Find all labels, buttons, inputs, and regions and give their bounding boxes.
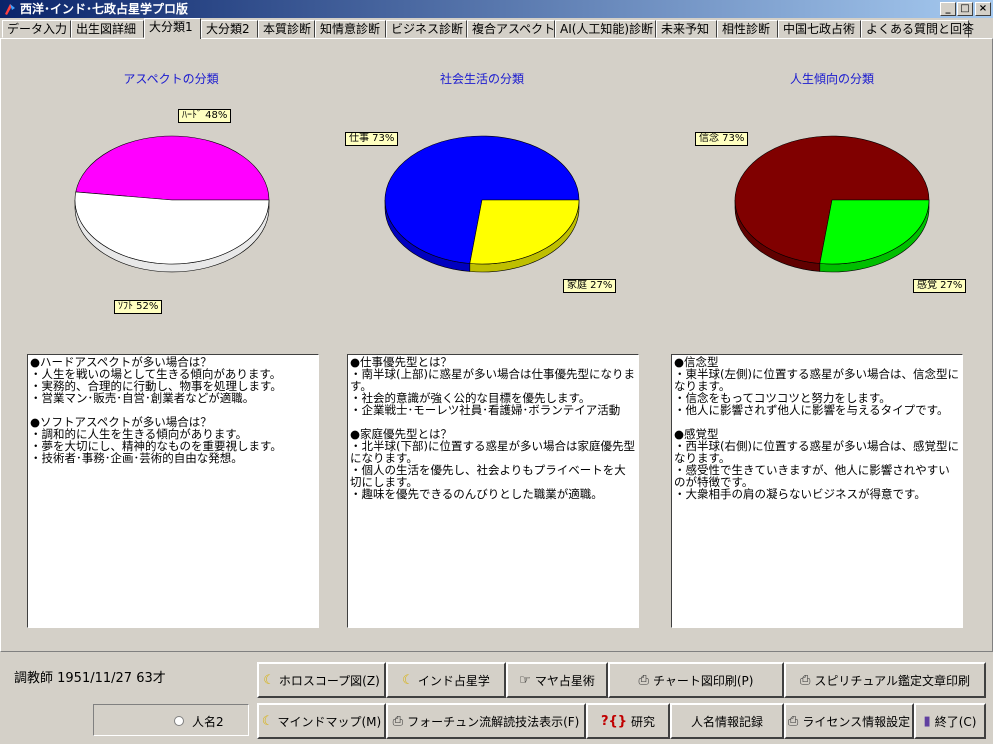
printer-icon: ⎙ [799, 672, 811, 688]
tab-bar: データ入力 出生図詳細 大分類1 大分類2 本質診断 知情意診断 ビジネス診断 … [0, 18, 993, 39]
window-title: 西洋･インド･七政占星学プロ版 [20, 2, 189, 16]
tab-business-diagnosis[interactable]: ビジネス診断 [386, 20, 467, 38]
moon-icon: ☾ [402, 672, 414, 688]
callout-work: 仕事 73% [345, 132, 399, 146]
horoscope-button[interactable]: ☾ ホロスコープ図(Z) [257, 662, 386, 698]
tab-ai-diagnosis[interactable]: AI(人工知能)診断 [555, 20, 656, 38]
tab-faq[interactable]: よくある質問と回答 [861, 20, 974, 38]
pie-slice-2 [819, 199, 930, 265]
printer-icon: ⎙ [392, 713, 404, 729]
printer-icon: ⎙ [787, 713, 799, 729]
callout-hard: ﾊｰﾄﾞ 48% [178, 109, 232, 123]
maximize-button[interactable]: □ [957, 2, 973, 16]
tab-major-class-1[interactable]: 大分類1 [144, 18, 201, 39]
name-record-button[interactable]: 人名情報記録 [670, 703, 784, 739]
app-icon [5, 4, 15, 15]
tab-compound-aspect[interactable]: 複合アスペクト [467, 20, 555, 38]
callout-belief: 信念 73% [695, 132, 749, 146]
minimize-button[interactable]: _ [940, 2, 956, 16]
tab-essence-diagnosis[interactable]: 本質診断 [258, 20, 315, 38]
chart-print-button[interactable]: ⎙ チャート図印刷(P) [608, 662, 784, 698]
chart-title-social: 社会生活の分類 [439, 72, 524, 86]
tab-compatibility[interactable]: 相性診断 [717, 20, 778, 38]
indian-astrology-button[interactable]: ☾ インド占星学 [386, 662, 506, 698]
callout-soft: ｿﾌﾄ 52% [114, 300, 163, 314]
tab-data-input[interactable]: データ入力 [2, 20, 71, 38]
license-settings-button[interactable]: ⎙ ライセンス情報設定 [784, 703, 914, 739]
chart-title-aspect: アスペクトの分類 [123, 72, 219, 86]
pie-chart-social [384, 135, 580, 273]
moon-icon: ☾ [261, 713, 274, 729]
social-description-box[interactable]: ●仕事優先型とは？ ・南半球(上部)に惑星が多い場合は仕事優先型になります。 ・… [347, 354, 639, 628]
callout-sense: 感覚 27% [913, 279, 967, 293]
moon-icon: ☾ [263, 672, 275, 688]
pie-slice-2 [469, 199, 580, 265]
tab-intellect-diagnosis[interactable]: 知情意診断 [315, 20, 386, 38]
pie-slice-1 [75, 135, 270, 201]
hand-pointer-icon: ☞ [519, 672, 531, 688]
pie-chart-aspect [74, 135, 270, 273]
mindmap-button[interactable]: ☾ マインドマップ(M) [257, 703, 386, 739]
name2-radio[interactable] [174, 716, 184, 726]
research-button[interactable]: ?{} 研究 [586, 703, 670, 739]
title-bar: 西洋･インド･七政占星学プロ版 _ □ × [0, 0, 993, 18]
chart-title-life: 人生傾向の分類 [789, 72, 874, 86]
tab-major-class-2[interactable]: 大分類2 [201, 20, 258, 38]
name2-label: 人名2 [192, 715, 224, 729]
pie-chart-life [734, 135, 930, 273]
tab-birth-chart-detail[interactable]: 出生図詳細 [71, 20, 144, 38]
exit-door-icon: ▮ [923, 713, 931, 729]
tab-future-prediction[interactable]: 未来予知 [656, 20, 717, 38]
life-description-box[interactable]: ●信念型 ・東半球(左側)に位置する惑星が多い場合は、信念型になります。 ・信念… [671, 354, 963, 628]
aspect-description-box[interactable]: ●ハードアスペクトが多い場合は？ ・人生を戦いの場として生きる傾向があります。 … [27, 354, 319, 628]
callout-home: 家庭 27% [563, 279, 617, 293]
spiritual-print-button[interactable]: ⎙ スピリチュアル鑑定文章印刷 [784, 662, 986, 698]
close-button[interactable]: × [975, 2, 991, 16]
printer-icon: ⎙ [638, 672, 649, 688]
person-info: 調教師 1951/11/27 63才 [14, 671, 166, 686]
fortune-display-button[interactable]: ⎙ フォーチュン流解読技法表示(F) [386, 703, 586, 739]
exit-button[interactable]: ▮ 終了(C) [914, 703, 986, 739]
maya-astrology-button[interactable]: ☞ マヤ占星術 [506, 662, 608, 698]
tab-chinese-astrology[interactable]: 中国七政占術 [778, 20, 861, 38]
name-option-group: 人名2 [93, 704, 249, 736]
research-icon: ?{} [600, 713, 628, 729]
